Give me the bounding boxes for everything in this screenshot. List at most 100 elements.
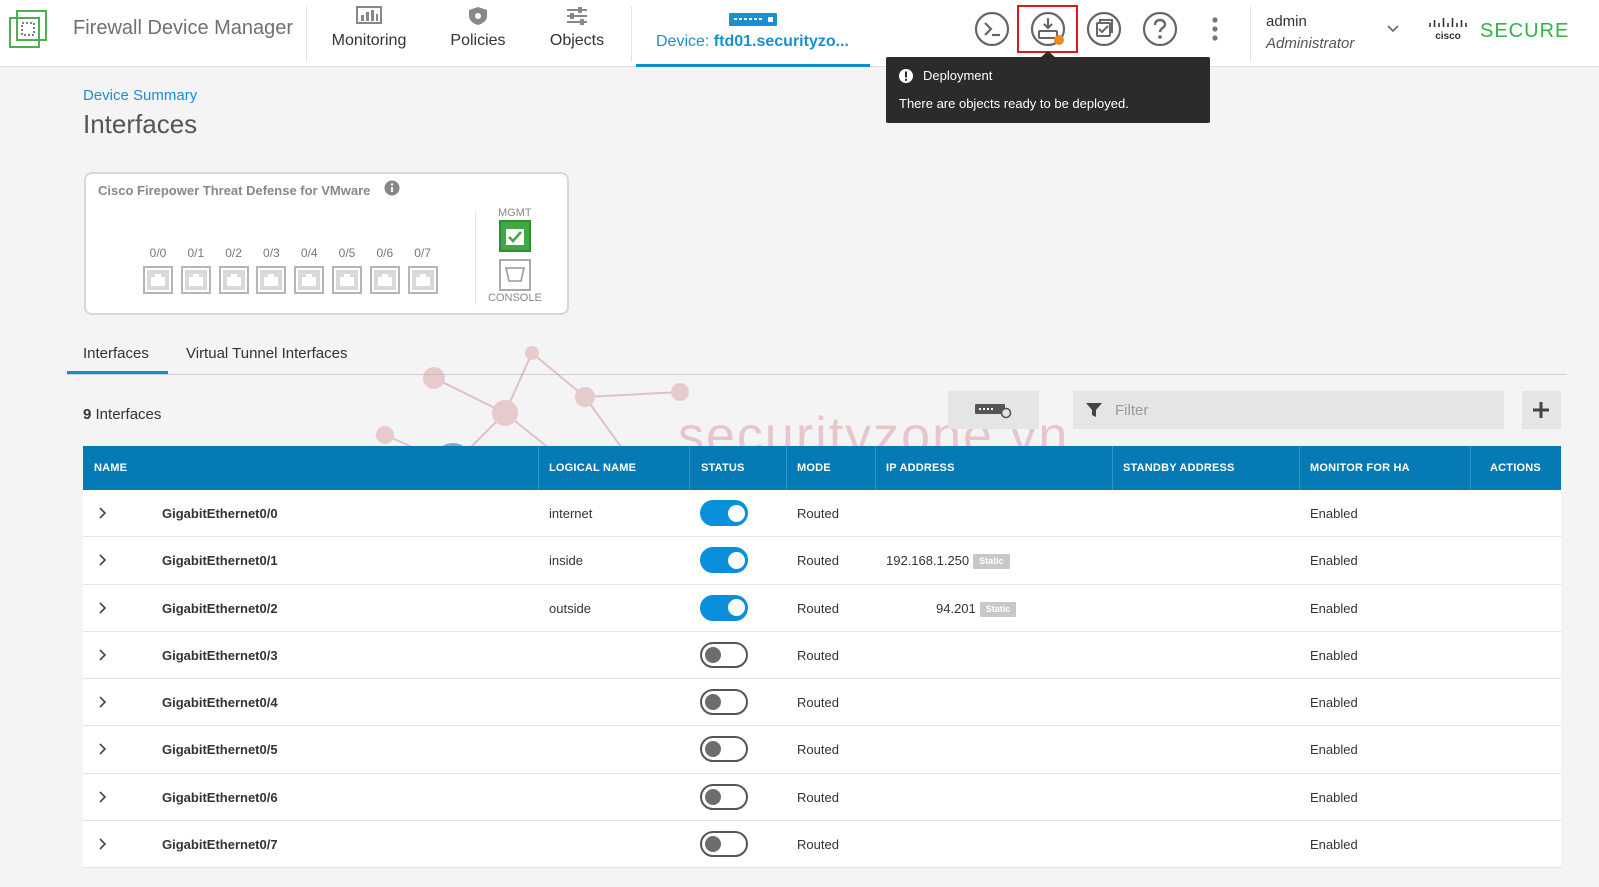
status-toggle[interactable]: [700, 500, 748, 526]
chevron-right-icon[interactable]: [97, 696, 107, 708]
info-icon[interactable]: [384, 180, 400, 196]
more-options-icon[interactable]: [1211, 16, 1219, 42]
ip-address-value: 94.201: [936, 600, 976, 616]
port-label: 0/5: [338, 246, 356, 260]
app-root: Firewall Device Manager Monitoring Polic…: [0, 0, 1599, 887]
status-toggle[interactable]: [700, 594, 748, 621]
table-row[interactable]: GigabitEthernet0/6 Routed Enabled: [83, 773, 1561, 822]
chevron-right-icon[interactable]: [97, 743, 107, 756]
toggle-knob: [705, 646, 721, 663]
column-header-status[interactable]: STATUS: [701, 446, 745, 490]
table-body: GigabitEthernet0/0 internet Routed Enabled G…: [83, 490, 1561, 869]
port-0-0[interactable]: 0/0: [142, 246, 174, 294]
tab-interfaces[interactable]: Interfaces: [67, 345, 168, 374]
interface-name: GigabitEthernet0/0: [162, 506, 278, 521]
cisco-logo-text: cisco: [1435, 31, 1461, 41]
interface-name: GigabitEthernet0/3: [162, 647, 278, 663]
chevron-right-icon[interactable]: [97, 602, 107, 614]
status-toggle[interactable]: [700, 641, 748, 668]
column-header-name[interactable]: NAME: [94, 446, 127, 490]
nav-policies[interactable]: Policies: [450, 6, 506, 50]
nav-monitoring-label: Monitoring: [331, 32, 407, 49]
chevron-right-icon[interactable]: [97, 791, 107, 803]
column-header-monitor-for-ha[interactable]: MONITOR FOR HA: [1310, 446, 1410, 490]
ethernet-port-icon: [143, 266, 173, 294]
nav-objects[interactable]: Objects: [549, 6, 605, 50]
table-row[interactable]: GigabitEthernet0/5 Routed Enabled: [83, 726, 1561, 774]
help-icon[interactable]: [1142, 11, 1178, 47]
filter-funnel-icon: [1086, 403, 1102, 417]
monitor-for-ha-value: Enabled: [1310, 506, 1358, 521]
tabs-divider: [67, 374, 1567, 375]
user-role[interactable]: Administrator: [1266, 35, 1354, 52]
device-appliance-icon: [729, 13, 777, 26]
nav-monitoring[interactable]: Monitoring: [331, 6, 407, 50]
filter-input[interactable]: [1115, 391, 1495, 429]
nav-device[interactable]: Device: ftd01.securityzo...: [636, 0, 870, 67]
column-separator: [1470, 446, 1471, 490]
table-row[interactable]: GigabitEthernet0/1 inside Routed 192.168.1.…: [83, 537, 1561, 585]
table-row[interactable]: GigabitEthernet0/2 outside Routed 94.201 Sta…: [83, 584, 1561, 632]
top-navigation-bar: Firewall Device Manager Monitoring Polic…: [0, 0, 1599, 67]
table-header: NAME LOGICAL NAME STATUS MODE IP ADDRESS…: [83, 446, 1561, 490]
interface-name: GigabitEthernet0/2: [162, 600, 278, 616]
status-toggle[interactable]: [700, 736, 748, 763]
port-label: 0/7: [414, 246, 431, 260]
table-row[interactable]: GigabitEthernet0/0 internet Routed Enabled: [83, 490, 1561, 538]
column-separator: [538, 446, 539, 490]
chevron-right-icon[interactable]: [97, 649, 107, 661]
deployment-highlight-box: [1017, 5, 1078, 53]
port-0-1[interactable]: 0/1: [180, 246, 212, 294]
mgmt-port-icon[interactable]: [499, 220, 531, 252]
port-0-4[interactable]: 0/4: [293, 246, 325, 294]
column-header-ip-address[interactable]: IP ADDRESS: [886, 446, 955, 490]
chevron-right-icon[interactable]: [97, 554, 107, 566]
cli-console-icon[interactable]: [974, 11, 1010, 47]
column-separator: [1112, 446, 1113, 490]
fdm-logo-icon[interactable]: [8, 9, 48, 49]
console-port-icon[interactable]: [499, 259, 531, 291]
column-header-logical-name[interactable]: LOGICAL NAME: [549, 446, 636, 490]
chevron-down-icon[interactable]: [1386, 24, 1400, 34]
chevron-right-icon[interactable]: [97, 838, 107, 850]
port-0-6[interactable]: 0/6: [369, 246, 401, 294]
tab-virtual-tunnel-interfaces[interactable]: Virtual Tunnel Interfaces: [186, 345, 347, 362]
scan-interfaces-button[interactable]: [948, 391, 1039, 429]
ethernet-port-icon: [218, 266, 249, 294]
toggle-knob: [705, 741, 721, 758]
port-0-2[interactable]: 0/2: [218, 246, 250, 294]
static-badge: Static: [973, 554, 1010, 570]
column-separator: [689, 446, 690, 490]
user-name[interactable]: admin: [1266, 13, 1307, 30]
status-toggle[interactable]: [700, 831, 748, 858]
toggle-knob: [728, 551, 745, 569]
status-toggle[interactable]: [700, 689, 748, 716]
mode-value: Routed: [797, 600, 839, 616]
table-row[interactable]: GigabitEthernet0/3 Routed Enabled: [83, 631, 1561, 680]
toggle-knob: [705, 836, 721, 853]
table-row[interactable]: GigabitEthernet0/7 Routed Enabled: [83, 821, 1561, 869]
chevron-right-icon[interactable]: [97, 507, 107, 519]
port-label: 0/0: [149, 246, 167, 260]
mode-value: Routed: [797, 742, 839, 758]
toggle-knob: [705, 788, 721, 805]
device-name: ftd01.securityzo...: [713, 33, 849, 50]
ip-address-cell: 94.201 Static: [936, 585, 1017, 632]
task-list-icon[interactable]: [1086, 11, 1122, 47]
column-header-standby-address[interactable]: STANDBY ADDRESS: [1123, 446, 1235, 490]
port-0-7[interactable]: 0/7: [407, 246, 439, 294]
table-row[interactable]: GigabitEthernet0/4 Routed Enabled: [83, 679, 1561, 727]
ethernet-port-icon: [180, 266, 211, 294]
port-0-3[interactable]: 0/3: [255, 246, 287, 294]
status-toggle[interactable]: [700, 783, 748, 810]
divider: [306, 6, 307, 62]
status-toggle[interactable]: [700, 547, 748, 574]
mode-value: Routed: [797, 837, 839, 853]
add-interface-button[interactable]: [1522, 391, 1561, 429]
warning-icon: [899, 69, 913, 83]
deployment-tooltip: Deployment There are objects ready to be…: [886, 57, 1210, 123]
column-header-mode[interactable]: MODE: [797, 446, 831, 490]
port-0-5[interactable]: 0/5: [331, 246, 363, 294]
filter-box: [1073, 391, 1504, 429]
breadcrumb[interactable]: Device Summary: [83, 87, 197, 104]
